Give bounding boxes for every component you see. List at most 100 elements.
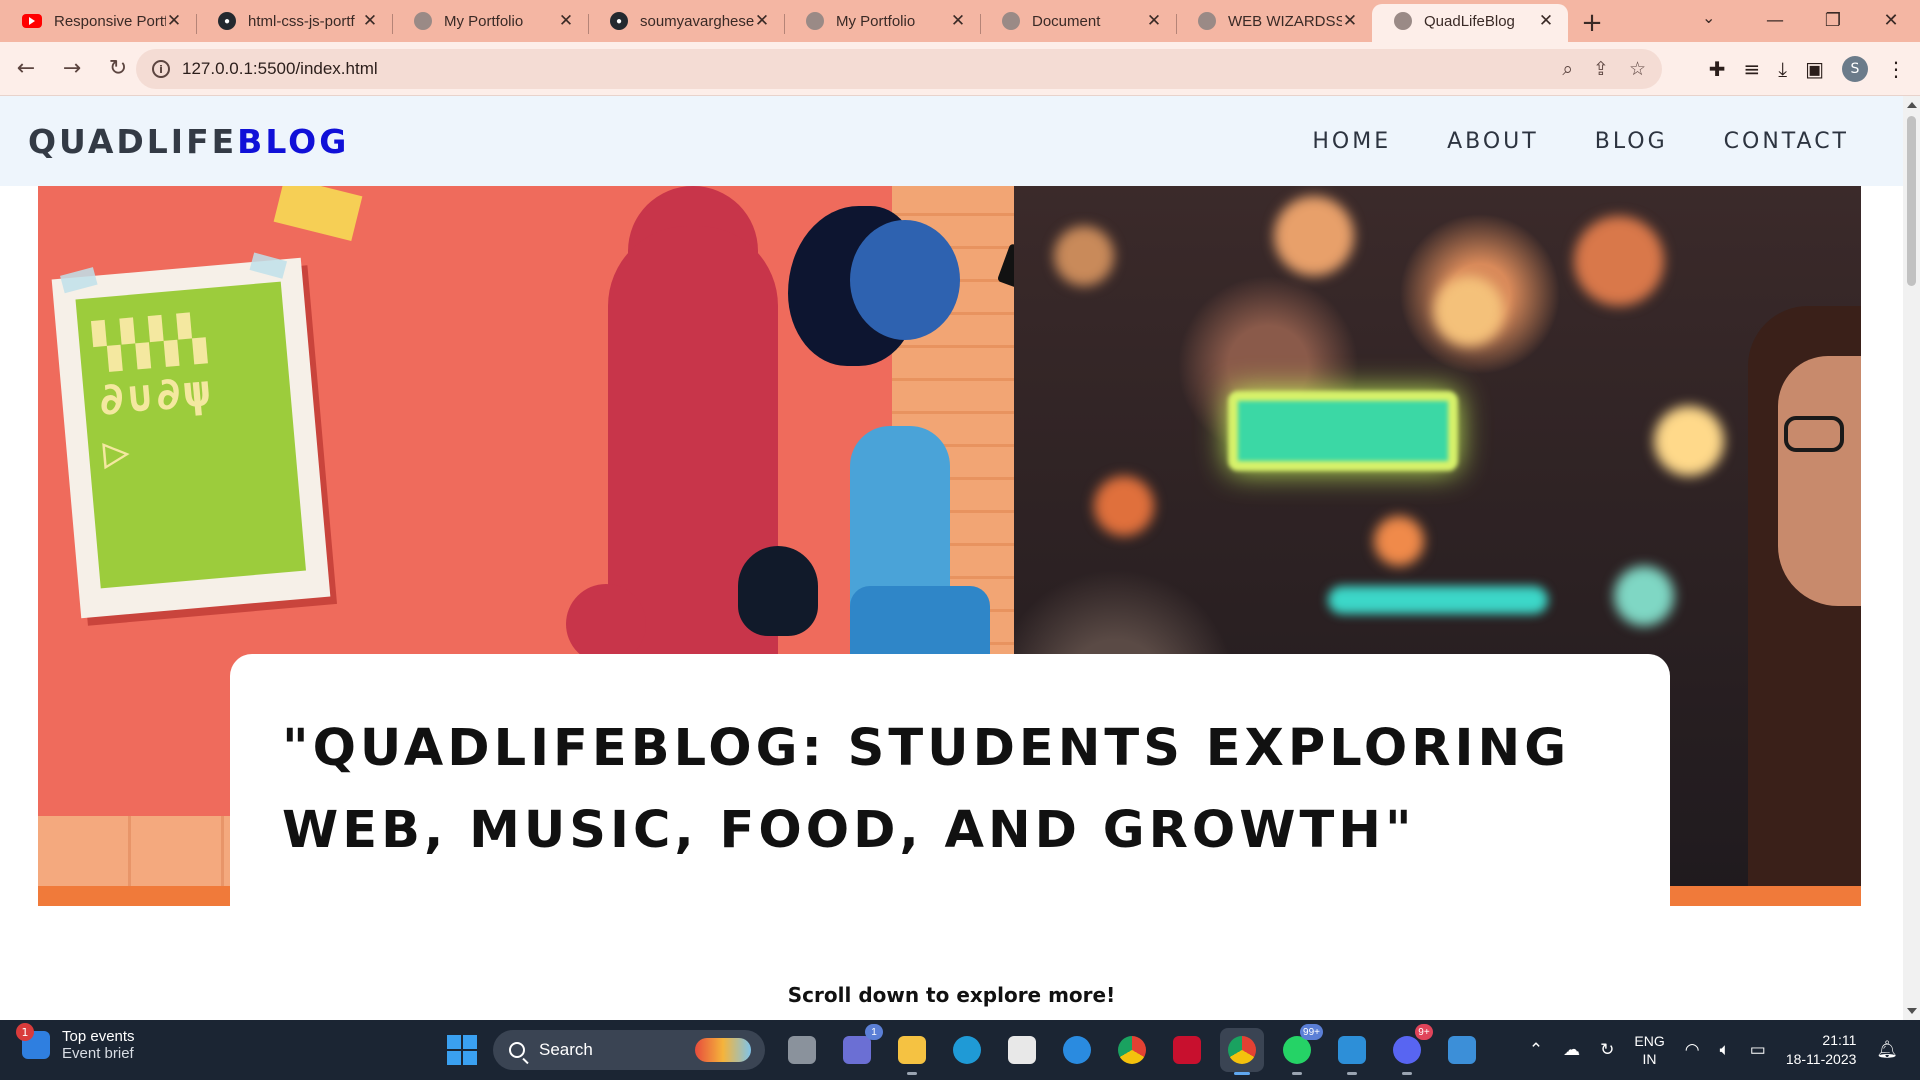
discord-icon xyxy=(1393,1036,1421,1064)
nav-links: HOME ABOUT BLOG CONTACT xyxy=(1312,129,1849,154)
tab-search-chevron-icon[interactable]: ⌄ xyxy=(1702,8,1715,27)
avatar[interactable]: S xyxy=(1842,56,1868,82)
share-icon[interactable]: ⇪ xyxy=(1593,58,1609,80)
logo-part-1: QUADLIFE xyxy=(28,121,238,161)
photos-button[interactable] xyxy=(1440,1028,1484,1072)
neon-sign xyxy=(1228,391,1458,471)
globe-icon xyxy=(1394,12,1412,30)
youtube-icon xyxy=(22,14,42,28)
close-icon[interactable]: ✕ xyxy=(950,11,966,31)
close-icon[interactable]: ✕ xyxy=(1342,11,1358,31)
glasses xyxy=(1784,416,1844,452)
taskbar-search[interactable]: Search xyxy=(493,1030,765,1070)
file-explorer-button[interactable] xyxy=(890,1028,934,1075)
nav-link-home[interactable]: HOME xyxy=(1312,129,1391,154)
browser-toolbar: ← → ↻ i 127.0.0.1:5500/index.html ⌕ ⇪ ☆ … xyxy=(0,42,1920,96)
close-icon[interactable]: ✕ xyxy=(362,11,378,31)
discord-badge: 9+ xyxy=(1415,1024,1433,1040)
logo-part-2: BLOG xyxy=(237,121,350,161)
close-window-icon[interactable]: ✕ xyxy=(1862,0,1920,40)
chrome-icon xyxy=(1118,1036,1146,1064)
search-icon xyxy=(509,1042,525,1058)
scroll-hint: Scroll down to explore more! xyxy=(787,983,1116,1007)
help-button[interactable] xyxy=(1055,1028,1099,1072)
reload-icon[interactable]: ↻ xyxy=(98,49,138,89)
photos-icon xyxy=(1448,1036,1476,1064)
scroll-down-icon[interactable] xyxy=(1907,1008,1917,1014)
search-highlight-icon xyxy=(695,1038,751,1062)
globe-icon xyxy=(1002,12,1020,30)
extensions-icon[interactable]: ✚ xyxy=(1709,57,1726,81)
url-text[interactable]: 127.0.0.1:5500/index.html xyxy=(182,59,378,79)
girl-head xyxy=(850,220,960,340)
volume-icon[interactable]: 🔈︎ xyxy=(1720,1040,1730,1060)
handbag xyxy=(738,546,818,636)
nav-link-blog[interactable]: BLOG xyxy=(1595,129,1668,154)
chrome-profile-button[interactable] xyxy=(1220,1028,1264,1075)
chevron-up-icon[interactable]: ⌃ xyxy=(1529,1040,1543,1060)
widgets-button[interactable]: 1 Top events Event brief xyxy=(16,1023,135,1062)
vscode-button[interactable] xyxy=(1330,1028,1374,1075)
site-logo[interactable]: QUADLIFEBLOG xyxy=(28,122,349,161)
task-view-icon xyxy=(788,1036,816,1064)
discord-button[interactable]: 9+ xyxy=(1385,1024,1433,1075)
notification-bell-icon[interactable]: 🔔︎ xyxy=(1876,1040,1898,1060)
start-button[interactable] xyxy=(447,1035,477,1065)
forward-icon[interactable]: → xyxy=(52,49,92,89)
clock-time: 21:11 xyxy=(1822,1032,1857,1048)
tab-soumyavarghese[interactable]: ● soumyavarghese ✕ xyxy=(588,4,784,42)
scrollbar-thumb[interactable] xyxy=(1907,116,1916,286)
back-icon[interactable]: ← xyxy=(6,49,46,89)
running-indicator xyxy=(1347,1072,1357,1075)
tab-my-portfolio-2[interactable]: My Portfolio ✕ xyxy=(784,4,980,42)
zoom-icon[interactable]: ⌕ xyxy=(1562,58,1573,80)
menu-kebab-icon[interactable]: ⋮ xyxy=(1886,57,1906,81)
toolbar-actions: ✚ ≡ ⤓ ▣ S ⋮ xyxy=(1709,49,1906,89)
onedrive-icon[interactable]: ☁ xyxy=(1563,1040,1580,1060)
new-tab-button[interactable]: + xyxy=(1572,4,1612,42)
minimize-icon[interactable]: — xyxy=(1746,0,1804,40)
neon-bar xyxy=(1328,586,1548,614)
tab-my-portfolio[interactable]: My Portfolio ✕ xyxy=(392,4,588,42)
tab-quadlifeblog[interactable]: QuadLifeBlog ✕ xyxy=(1372,4,1568,42)
woman-face xyxy=(1778,356,1861,606)
close-icon[interactable]: ✕ xyxy=(1538,11,1554,31)
wifi-icon[interactable]: ◠ xyxy=(1685,1040,1700,1060)
store-button[interactable] xyxy=(1000,1028,1044,1072)
media-icon[interactable]: ≡ xyxy=(1743,57,1760,81)
task-view-button[interactable] xyxy=(780,1028,824,1072)
language-code: ENG xyxy=(1634,1033,1665,1049)
tab-document[interactable]: Document ✕ xyxy=(980,4,1176,42)
vscode-icon xyxy=(1338,1036,1366,1064)
page-scrollbar[interactable] xyxy=(1903,96,1920,1020)
mcafee-button[interactable] xyxy=(1165,1028,1209,1072)
address-bar[interactable]: i 127.0.0.1:5500/index.html ⌕ ⇪ ☆ xyxy=(136,49,1662,89)
tab-title: WEB WIZARDSS xyxy=(1228,12,1342,30)
site-info-icon[interactable]: i xyxy=(152,60,170,78)
close-icon[interactable]: ✕ xyxy=(754,11,770,31)
tab-responsive-portfolio[interactable]: Responsive Portf ✕ xyxy=(0,4,196,42)
close-icon[interactable]: ✕ xyxy=(166,11,182,31)
clock[interactable]: 21:11 18-11-2023 xyxy=(1786,1031,1857,1069)
battery-icon[interactable]: ▭ xyxy=(1750,1040,1766,1060)
nav-link-contact[interactable]: CONTACT xyxy=(1724,129,1849,154)
sync-icon[interactable]: ↻ xyxy=(1600,1040,1614,1060)
nav-link-about[interactable]: ABOUT xyxy=(1447,129,1539,154)
scroll-up-icon[interactable] xyxy=(1907,102,1917,108)
restore-icon[interactable]: ❐ xyxy=(1804,0,1862,40)
close-icon[interactable]: ✕ xyxy=(558,11,574,31)
tab-html-css-js-portfolio[interactable]: ● html-css-js-portf ✕ xyxy=(196,4,392,42)
teams-button[interactable]: 1 xyxy=(835,1024,883,1072)
help-icon xyxy=(1063,1036,1091,1064)
side-panel-icon[interactable]: ▣ xyxy=(1805,57,1824,81)
close-icon[interactable]: ✕ xyxy=(1146,11,1162,31)
tab-title: Document xyxy=(1032,12,1101,30)
language-indicator[interactable]: ENG IN xyxy=(1634,1032,1664,1068)
chrome-profile-icon xyxy=(1228,1036,1256,1064)
chrome-button[interactable] xyxy=(1110,1028,1154,1072)
bookmark-star-icon[interactable]: ☆ xyxy=(1629,58,1646,80)
whatsapp-button[interactable]: 99+ xyxy=(1275,1024,1323,1075)
edge-button[interactable] xyxy=(945,1028,989,1072)
tab-web-wizardss[interactable]: WEB WIZARDSS ✕ xyxy=(1176,4,1372,42)
download-icon[interactable]: ⤓ xyxy=(1778,57,1787,81)
